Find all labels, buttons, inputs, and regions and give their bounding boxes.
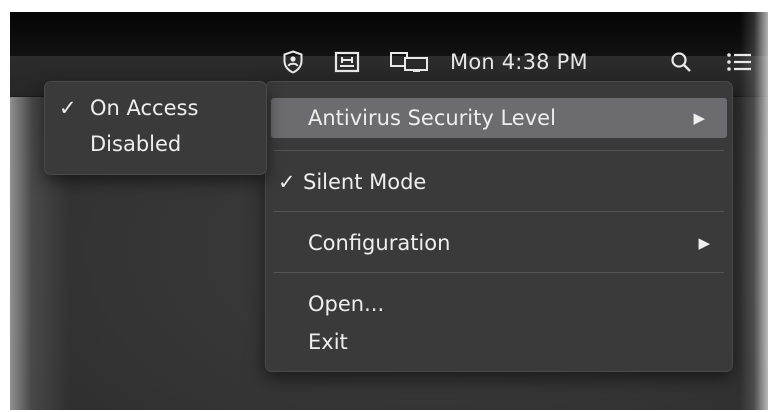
menu-item-open[interactable]: Open... — [266, 284, 732, 324]
notification-list-icon[interactable] — [724, 49, 754, 75]
menu-item-silent-mode[interactable]: ✓ Silent Mode — [266, 162, 732, 202]
menu-separator — [274, 150, 724, 151]
checkmark-icon: ✓ — [59, 96, 77, 120]
menu-item-configuration[interactable]: Configuration ▶ — [266, 223, 732, 263]
menu-item-label: Antivirus Security Level — [308, 106, 556, 130]
notification-list-icon-graphic — [727, 53, 751, 71]
display-mirror-icon-graphic — [390, 52, 428, 72]
antivirus-dropdown-menu: Antivirus Security Level ▶ ✓ Silent Mode… — [265, 81, 733, 372]
display-mirror-icon[interactable] — [388, 49, 432, 75]
submenu-item-disabled[interactable]: Disabled — [45, 127, 266, 161]
menu-separator — [274, 272, 724, 273]
menu-item-label: Configuration — [308, 231, 451, 255]
submenu-item-label: On Access — [90, 96, 199, 120]
menu-item-label: Silent Mode — [303, 170, 427, 194]
menu-item-exit[interactable]: Exit — [266, 322, 732, 362]
antivirus-shield-icon[interactable] — [280, 49, 306, 75]
search-icon[interactable] — [668, 49, 694, 75]
security-level-submenu: ✓ On Access Disabled — [44, 81, 267, 175]
screenshot-frame: Mon 4:38 PM Antivirus Security Level ▶ ✓… — [0, 0, 772, 412]
menu-item-antivirus-security-level[interactable]: Antivirus Security Level ▶ — [271, 98, 727, 138]
menu-item-label: Exit — [308, 330, 348, 354]
keyboard-input-icon[interactable] — [332, 49, 362, 75]
submenu-item-on-access[interactable]: ✓ On Access — [45, 91, 266, 125]
menu-separator — [274, 211, 724, 212]
menubar-clock[interactable]: Mon 4:38 PM — [450, 49, 588, 75]
antivirus-shield-icon-graphic — [283, 50, 303, 74]
search-icon-graphic — [671, 52, 691, 72]
submenu-item-label: Disabled — [90, 132, 182, 156]
keyboard-input-icon-graphic — [334, 51, 360, 73]
submenu-arrow-icon: ▶ — [693, 109, 705, 127]
menu-item-label: Open... — [308, 292, 385, 316]
checkmark-icon: ✓ — [278, 170, 296, 194]
submenu-arrow-icon: ▶ — [698, 234, 710, 252]
